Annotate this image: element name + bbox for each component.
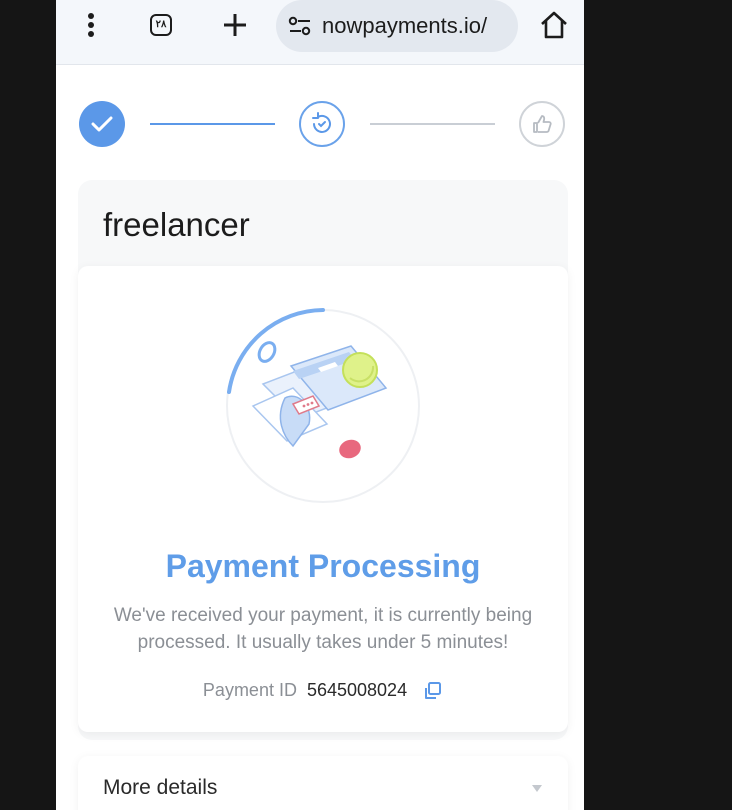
status-panel: Payment Processing We've received your p…	[78, 266, 568, 732]
home-icon	[541, 11, 567, 39]
status-title: Payment Processing	[165, 548, 481, 584]
payment-processing-illustration	[226, 308, 420, 503]
plus-icon	[224, 14, 246, 36]
browser-toolbar: ٢٨ nowpayments.io/	[56, 0, 584, 65]
step-connector-pending	[370, 123, 495, 125]
step-processing	[299, 101, 345, 147]
payment-id-value: 5645008024	[306, 680, 408, 700]
new-tab-button[interactable]	[218, 8, 252, 42]
more-menu-button[interactable]	[74, 8, 108, 42]
chevron-down-icon	[532, 785, 542, 792]
step-connector-done	[150, 123, 275, 125]
payment-id-label: Payment ID	[202, 680, 297, 700]
tab-count: ٢٨	[150, 14, 172, 36]
check-icon	[91, 116, 113, 132]
more-details-accordion[interactable]: More details	[78, 756, 568, 810]
home-button[interactable]	[536, 8, 572, 42]
payment-card: freelancer Payment Processing We've rece…	[78, 180, 568, 740]
progress-stepper	[56, 96, 584, 152]
more-details-label: More details	[103, 776, 218, 799]
address-bar[interactable]: nowpayments.io/	[276, 0, 518, 52]
vertical-dots-icon	[88, 13, 94, 37]
status-description: We've received your payment, it is curre…	[113, 605, 533, 653]
refresh-icon	[312, 112, 331, 133]
background-margin	[584, 0, 732, 810]
merchant-name: freelancer	[103, 206, 250, 243]
url-text: nowpayments.io/	[322, 13, 488, 38]
phone-screen: ٢٨ nowpayments.io/ freelancer Payment Pr…	[56, 0, 584, 810]
thumbs-up-icon	[533, 115, 552, 133]
step-completed	[79, 101, 125, 147]
copy-icon[interactable]	[423, 681, 443, 701]
step-complete-pending	[519, 101, 565, 147]
tab-switcher-button[interactable]: ٢٨	[144, 8, 178, 42]
site-settings-icon[interactable]	[288, 15, 314, 37]
payment-id-row: Payment ID 5645008024	[78, 680, 568, 701]
